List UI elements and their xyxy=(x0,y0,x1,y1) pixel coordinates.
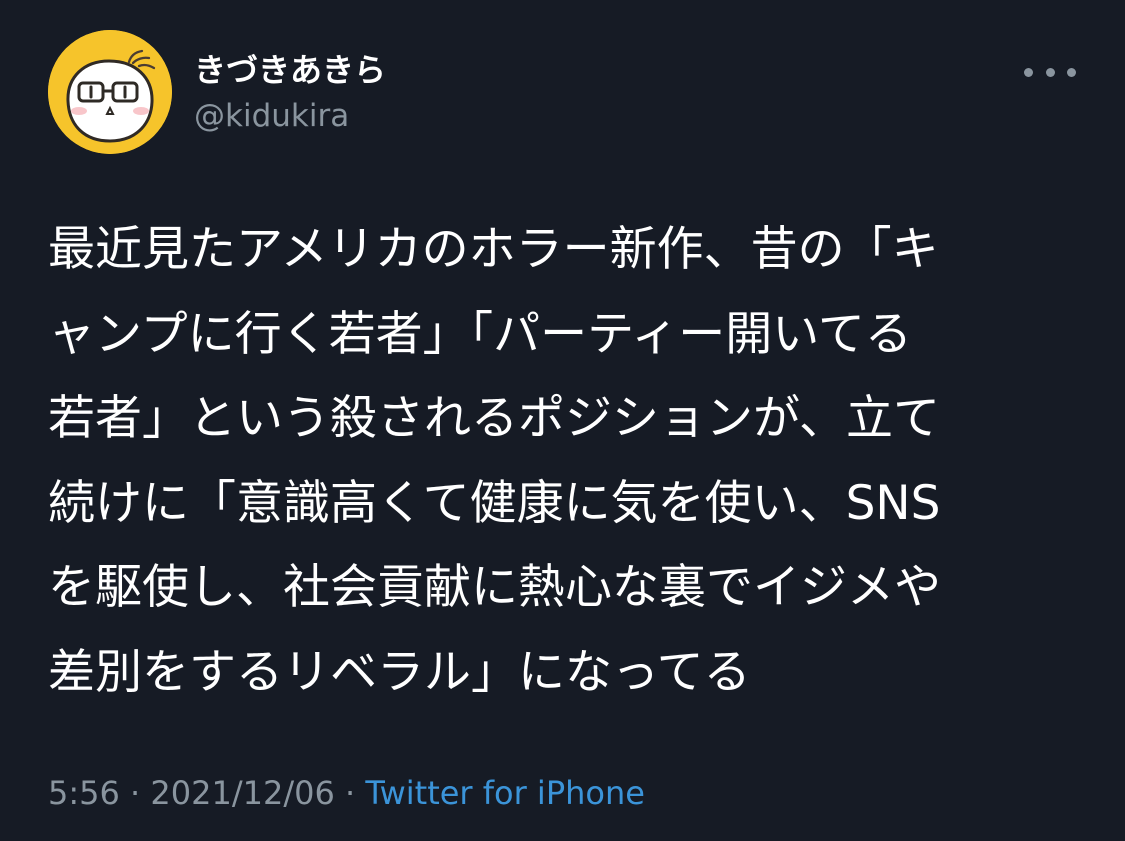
tweet-text-line: 最近見たアメリカのホラー新作、昔の「キ xyxy=(48,222,939,277)
tweet-date[interactable]: 2021/12/06 xyxy=(150,774,334,812)
more-horizontal-icon-dot xyxy=(1045,67,1055,77)
more-options-button[interactable] xyxy=(1024,58,1076,86)
tweet-text: 最近見たアメリカのホラー新作、昔の「キ ャンプに行く若者」「パーティー開いてる … xyxy=(48,208,1088,715)
tweet-text-line: を駆使し、社会貢献に熱心な裏でイジメや xyxy=(48,560,941,615)
tweet-text-line: ャンプに行く若者」「パーティー開いてる xyxy=(48,306,912,362)
metadata-separator: · xyxy=(334,774,366,812)
tweet-text-line: 差別をするリベラル」になってる xyxy=(48,644,751,700)
metadata-separator: · xyxy=(119,774,151,812)
author-avatar[interactable] xyxy=(48,30,172,154)
tweet-card: きづきあきら @kidukira 最近見たアメリカのホラー新作、昔の「キ ャンプ… xyxy=(0,0,1125,841)
cartoon-face-avatar-icon xyxy=(48,30,172,154)
tweet-time[interactable]: 5:56 xyxy=(48,774,120,812)
more-horizontal-icon xyxy=(1024,67,1033,77)
tweet-source-link[interactable]: Twitter for iPhone xyxy=(365,774,645,812)
tweet-metadata: 5:56 · 2021/12/06 · Twitter for iPhone xyxy=(48,772,645,814)
tweet-text-line: 若者」という殺されるポジションが、立て xyxy=(48,391,941,446)
author-handle[interactable]: @kidukira xyxy=(194,96,349,136)
more-horizontal-icon-dot xyxy=(1067,67,1076,77)
author-display-name[interactable]: きづきあきら xyxy=(194,48,386,92)
tweet-text-line: 続けに「意識高くて健康に気を使い、SNS xyxy=(48,475,941,531)
